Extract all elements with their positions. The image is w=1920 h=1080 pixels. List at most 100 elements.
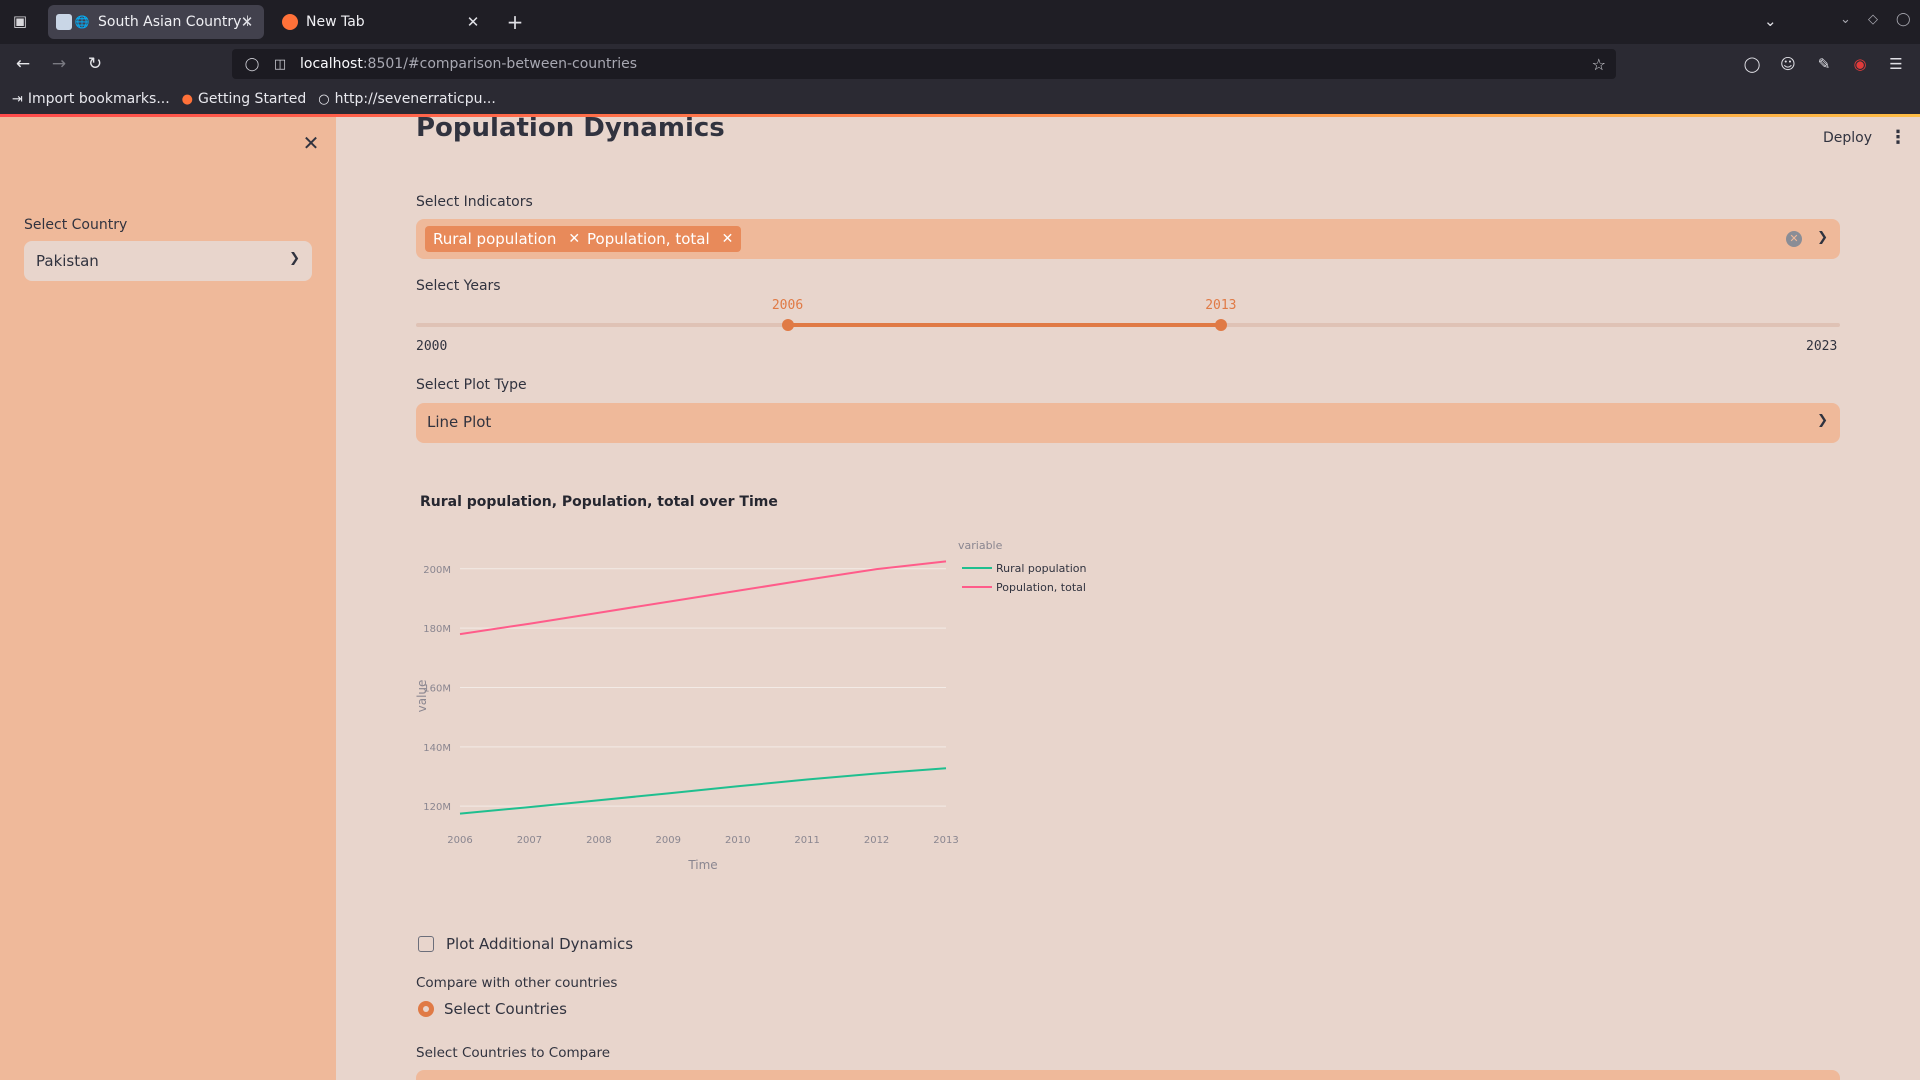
browser-tab-active[interactable]: 🌐 South Asian Country Ex ✕: [48, 5, 264, 39]
y-axis-title: value: [415, 680, 429, 713]
clear-all-icon[interactable]: ✕: [1786, 231, 1802, 247]
import-icon: ⇥: [12, 91, 23, 107]
indicators-label: Select Indicators: [416, 194, 533, 210]
account-icon[interactable]: ☺: [1778, 54, 1798, 74]
page-info-icon[interactable]: ◫: [272, 57, 288, 72]
chevron-down-icon[interactable]: ❯: [1817, 230, 1828, 245]
compare-label: Compare with other countries: [416, 975, 618, 991]
legend-label: Population, total: [996, 581, 1086, 594]
tab-list-icon[interactable]: ▣: [8, 12, 32, 32]
country-select-value: Pakistan: [36, 252, 99, 270]
bookmark-link[interactable]: ○ http://sevenerraticpu...: [318, 91, 496, 107]
slider-min-label: 2000: [416, 339, 448, 354]
legend-title: variable: [958, 539, 1003, 552]
plot-type-select[interactable]: Line Plot ❯: [416, 403, 1840, 443]
globe-icon: ○: [318, 91, 330, 107]
x-tick-label: 2013: [933, 835, 958, 846]
main-content: Deploy ⋮ Population Dynamics Select Indi…: [336, 117, 1920, 1080]
forward-icon[interactable]: →: [46, 52, 72, 76]
checkbox-box[interactable]: [418, 936, 434, 952]
compare-countries-multiselect[interactable]: [416, 1070, 1840, 1080]
slider-end-value: 2013: [1205, 298, 1237, 313]
close-tab-icon[interactable]: ✕: [464, 13, 482, 31]
indicators-multiselect[interactable]: Rural population ✕ Population, total ✕ ✕…: [416, 219, 1840, 259]
browser-nav-bar: ← → ↻ ◯ ◫ localhost:8501/#comparison-bet…: [0, 44, 1920, 84]
back-icon[interactable]: ←: [10, 52, 36, 76]
sidebar: ✕ Select Country Pakistan ❯: [0, 117, 336, 1080]
y-tick-label: 120M: [423, 802, 451, 813]
indicator-chip[interactable]: Population, total ✕: [579, 226, 742, 252]
y-tick-label: 200M: [423, 565, 451, 576]
x-tick-label: 2009: [656, 835, 681, 846]
x-tick-label: 2008: [586, 835, 611, 846]
compare-select-label: Select Countries to Compare: [416, 1045, 611, 1061]
x-tick-label: 2011: [794, 835, 819, 846]
x-tick-label: 2007: [517, 835, 542, 846]
close-window-icon[interactable]: ◯: [1896, 12, 1911, 27]
indicator-chip[interactable]: Rural population ✕: [425, 226, 589, 252]
radio-selected[interactable]: [418, 1001, 434, 1017]
close-sidebar-icon[interactable]: ✕: [299, 131, 323, 155]
reload-icon[interactable]: ↻: [82, 52, 108, 76]
menu-icon[interactable]: ☰: [1886, 54, 1906, 74]
remove-chip-icon[interactable]: ✕: [722, 231, 734, 247]
chip-label: Rural population: [433, 230, 557, 248]
globe-emoji-icon: 🌐: [74, 15, 90, 29]
minimize-icon[interactable]: ⌄: [1840, 12, 1851, 27]
radio-label: Select Countries: [444, 1000, 567, 1018]
firefox-icon: ●: [181, 91, 194, 107]
url-host: localhost: [300, 56, 363, 72]
slider-start-value: 2006: [771, 298, 804, 313]
browser-tab-new[interactable]: New Tab ✕: [274, 5, 490, 39]
ublock-icon[interactable]: ◉: [1850, 54, 1870, 74]
tab-title: New Tab: [306, 14, 365, 30]
plot-type-label: Select Plot Type: [416, 377, 527, 393]
tab-title: South Asian Country Ex: [98, 14, 248, 30]
x-axis-title: Time: [687, 858, 717, 872]
slider-thumb-end[interactable]: [1214, 319, 1227, 331]
close-tab-icon[interactable]: ✕: [238, 13, 256, 31]
years-label: Select Years: [416, 278, 501, 294]
maximize-icon[interactable]: ◇: [1868, 12, 1878, 27]
country-select[interactable]: Pakistan ❯: [24, 241, 312, 281]
chevron-down-icon: ❯: [289, 251, 300, 266]
y-tick-label: 180M: [423, 624, 451, 635]
list-all-tabs-icon[interactable]: ⌄: [1764, 12, 1777, 30]
streamlit-favicon-icon: [56, 14, 72, 30]
pocket-icon[interactable]: ◯: [1742, 54, 1762, 74]
shield-icon[interactable]: ◯: [244, 57, 260, 72]
legend-label: Rural population: [996, 562, 1086, 575]
bookmarks-bar: ⇥ Import bookmarks... ● Getting Started …: [0, 84, 1920, 114]
additional-dynamics-checkbox[interactable]: Plot Additional Dynamics: [418, 935, 633, 953]
new-tab-icon[interactable]: +: [504, 11, 526, 33]
chart-title: Rural population, Population, total over…: [420, 494, 778, 510]
url-text[interactable]: localhost:8501/#comparison-between-count…: [300, 56, 637, 72]
chip-label: Population, total: [587, 230, 710, 248]
browser-tab-bar: ▣ 🌐 South Asian Country Ex ✕ New Tab ✕ +…: [0, 0, 1920, 44]
bookmark-getting-started[interactable]: ● Getting Started: [182, 91, 307, 107]
x-tick-label: 2010: [725, 835, 750, 846]
firefox-icon: [282, 14, 298, 30]
bookmark-label: Getting Started: [198, 91, 307, 107]
series-line-population-total: [459, 560, 947, 636]
bookmark-label: http://sevenerraticpu...: [334, 91, 496, 107]
year-range-slider[interactable]: [416, 319, 1840, 331]
bookmark-star-icon[interactable]: ☆: [1592, 55, 1606, 74]
url-bar[interactable]: ◯ ◫ localhost:8501/#comparison-between-c…: [232, 49, 1616, 79]
x-tick-label: 2006: [447, 835, 472, 846]
select-countries-radio[interactable]: Select Countries: [418, 1000, 567, 1018]
main-menu-icon[interactable]: ⋮: [1889, 127, 1907, 149]
bookmark-import[interactable]: ⇥ Import bookmarks...: [12, 91, 170, 107]
slider-thumb-start[interactable]: [781, 319, 794, 331]
chevron-down-icon: ❯: [1817, 413, 1828, 428]
series-line-rural-population: [459, 767, 947, 815]
url-path: :8501/#comparison-between-countries: [362, 56, 638, 72]
section-title: Population Dynamics: [416, 117, 725, 143]
checkbox-label: Plot Additional Dynamics: [446, 935, 634, 953]
plot-type-value: Line Plot: [427, 413, 492, 431]
deploy-button[interactable]: Deploy: [1823, 130, 1872, 146]
y-tick-label: 140M: [423, 743, 451, 754]
bookmark-label: Import bookmarks...: [27, 91, 170, 107]
extensions-icon[interactable]: ✎: [1814, 54, 1834, 74]
x-tick-label: 2012: [864, 835, 889, 846]
